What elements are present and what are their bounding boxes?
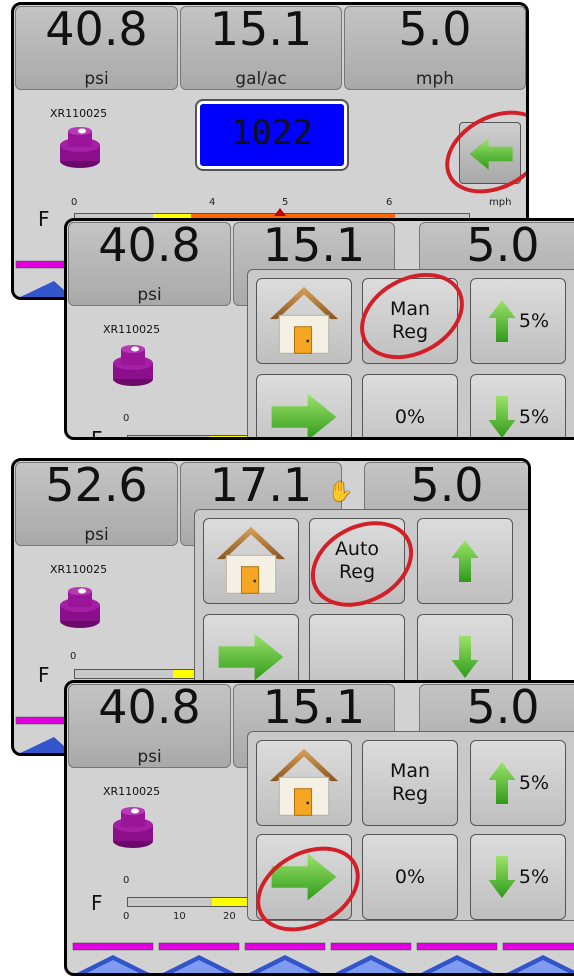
up-arrow-icon <box>450 538 480 584</box>
boom-section <box>502 942 574 973</box>
rate-reset-percent: 0% <box>394 865 426 888</box>
gauge-tick: 0 <box>71 197 78 208</box>
rate-up-button[interactable]: 5% <box>470 278 566 364</box>
pressure-readout[interactable]: 40.8 psi <box>15 2 178 90</box>
rate-value: 17.1 <box>209 458 313 512</box>
pressure-value: 40.8 <box>45 2 148 56</box>
pressure-value: 40.8 <box>98 680 201 734</box>
rate-up-button[interactable]: 5% <box>470 740 566 826</box>
gauge-tick: 5 <box>282 197 289 208</box>
gauge-tick: 0 <box>70 651 77 662</box>
home-button[interactable] <box>256 278 352 364</box>
nozzle-label: XR110025 <box>50 563 108 576</box>
gauge-tick: 6 <box>386 197 393 208</box>
rate-up-percent: 5% <box>518 310 550 332</box>
gauge-yellow-band <box>212 898 252 906</box>
rate-gauge <box>127 897 257 907</box>
rate-unit: gal/ac <box>235 69 287 89</box>
nozzle-label: XR110025 <box>103 323 161 336</box>
pressure-readout[interactable]: 40.8 psi <box>68 218 231 306</box>
up-arrow-icon <box>487 298 517 344</box>
boom-sections <box>71 941 574 973</box>
down-arrow-icon <box>450 634 480 680</box>
rate-down-percent: 5% <box>518 866 550 888</box>
pressure-unit: psi <box>84 525 109 545</box>
regulation-mode-label: Man Reg <box>389 760 431 805</box>
home-button[interactable] <box>203 518 299 604</box>
next-button[interactable] <box>256 374 352 440</box>
gauge-tick: 10 <box>173 911 186 922</box>
gauge-tick: 0 <box>123 911 130 922</box>
gauge-tick: 0 <box>123 875 130 886</box>
nozzle-icon[interactable] <box>56 585 104 629</box>
rate-gauge <box>127 435 257 437</box>
gauge-letter: F <box>38 207 50 231</box>
speed-unit: mph <box>415 69 455 89</box>
nozzle-label: XR110025 <box>50 107 108 120</box>
gauge-letter: F <box>91 427 103 440</box>
boom-section <box>158 942 240 973</box>
gauge-pointer <box>274 208 286 216</box>
rate-value: 15.1 <box>262 218 366 272</box>
right-arrow-icon <box>268 390 340 440</box>
screen-panel-2: 40.8 psi 15.1 5.0 XR110025 F 0 Man Reg 5… <box>64 218 574 440</box>
rate-down-percent: 5% <box>518 406 550 428</box>
boom-section <box>416 942 498 973</box>
speed-value: 5.0 <box>410 458 484 512</box>
home-button[interactable] <box>256 740 352 826</box>
rate-up-button[interactable] <box>417 518 513 604</box>
gauge-unit: mph <box>489 197 512 208</box>
highlight-circle-back <box>430 93 526 211</box>
boom-section <box>244 942 326 973</box>
nozzle-icon[interactable] <box>109 343 157 387</box>
rate-gauge <box>74 669 204 679</box>
house-icon <box>266 745 342 821</box>
nozzle-label: XR110025 <box>103 785 161 798</box>
house-icon <box>266 283 342 359</box>
gauge-tick: 20 <box>223 911 236 922</box>
pressure-unit: psi <box>137 285 162 305</box>
gauge-tick: 0 <box>123 413 130 424</box>
pressure-unit: psi <box>137 747 162 767</box>
up-arrow-icon <box>487 760 517 806</box>
rate-up-percent: 5% <box>518 772 550 794</box>
rate-reset-button[interactable]: 0% <box>362 834 458 920</box>
speed-value: 5.0 <box>398 2 472 56</box>
hand-icon: ✋ <box>328 479 353 503</box>
target-rate-value: 1022 <box>231 113 313 153</box>
pressure-value: 52.6 <box>45 458 148 512</box>
regulation-mode-button[interactable]: Man Reg <box>362 740 458 826</box>
speed-value: 5.0 <box>466 218 540 272</box>
gauge-letter: F <box>38 663 50 687</box>
down-arrow-icon <box>487 394 517 440</box>
house-icon <box>213 523 289 599</box>
down-arrow-icon <box>487 854 517 900</box>
rate-reset-percent: 0% <box>394 405 426 428</box>
rate-down-button[interactable]: 5% <box>470 834 566 920</box>
pressure-unit: psi <box>84 69 109 89</box>
gauge-tick: 4 <box>209 197 216 208</box>
right-arrow-icon <box>215 630 287 684</box>
pressure-value: 40.8 <box>98 218 201 272</box>
nozzle-icon[interactable] <box>109 805 157 849</box>
speed-value: 5.0 <box>466 680 540 734</box>
rate-value: 15.1 <box>209 2 313 56</box>
nozzle-icon[interactable] <box>56 125 104 169</box>
rate-readout[interactable]: 15.1 gal/ac <box>180 2 342 90</box>
target-rate-box[interactable]: 1022 <box>197 101 347 169</box>
pressure-readout[interactable]: 40.8 psi <box>68 680 231 768</box>
speed-readout[interactable]: 5.0 mph <box>344 2 526 90</box>
rate-down-button[interactable]: 5% <box>470 374 566 440</box>
boom-section <box>72 942 154 973</box>
gauge-yellow-band <box>210 436 248 437</box>
rate-value: 15.1 <box>262 680 366 734</box>
gauge-letter: F <box>91 891 103 915</box>
boom-section <box>330 942 412 973</box>
pressure-readout[interactable]: 52.6 psi <box>15 458 178 546</box>
rate-reset-button[interactable]: 0% <box>362 374 458 437</box>
screen-panel-4: 40.8 psi 15.1 5.0 XR110025 F 0 0 10 20 M… <box>64 680 574 976</box>
